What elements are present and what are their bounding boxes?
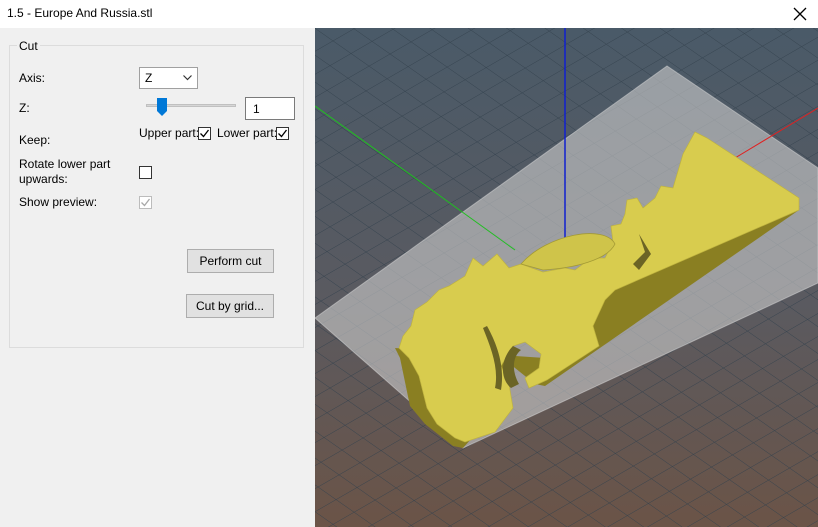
- 3d-viewport[interactable]: [315, 28, 818, 527]
- show-preview-label: Show preview:: [19, 195, 98, 209]
- lower-part-checkbox[interactable]: [276, 127, 289, 140]
- lower-part-label: Lower part:: [217, 126, 278, 140]
- z-slider-thumb[interactable]: [157, 98, 168, 116]
- checkmark-icon: [200, 129, 210, 138]
- z-value-text: 1: [253, 102, 260, 116]
- z-value-input[interactable]: 1: [245, 97, 295, 120]
- axis-select[interactable]: Z: [139, 67, 198, 89]
- perform-cut-label: Perform cut: [199, 254, 262, 268]
- keep-label: Keep:: [19, 133, 51, 147]
- checkmark-icon: [141, 198, 151, 207]
- upper-part-checkbox[interactable]: [198, 127, 211, 140]
- cut-by-grid-label: Cut by grid...: [195, 299, 265, 313]
- close-icon: [793, 7, 807, 21]
- rotate-label-line1: Rotate lower part: [19, 157, 111, 171]
- axis-select-value: Z: [145, 71, 153, 85]
- rotate-lower-part-checkbox[interactable]: [139, 166, 152, 179]
- cut-settings-panel: Cut Axis: Z Z: 1 Keep: Upper part: Lower…: [0, 28, 315, 527]
- z-label: Z:: [19, 101, 30, 115]
- axis-label: Axis:: [19, 71, 46, 85]
- close-button[interactable]: [782, 0, 818, 28]
- perform-cut-button[interactable]: Perform cut: [187, 249, 274, 273]
- show-preview-checkbox[interactable]: [139, 196, 152, 209]
- cut-by-grid-button[interactable]: Cut by grid...: [186, 294, 274, 318]
- cut-group-label: Cut: [17, 39, 40, 53]
- chevron-down-icon: [183, 75, 192, 81]
- checkmark-icon: [278, 129, 288, 138]
- rotate-label-line2: upwards:: [19, 172, 68, 186]
- window-title: 1.5 - Europe And Russia.stl: [7, 6, 153, 20]
- upper-part-label: Upper part:: [139, 126, 200, 140]
- title-bar: 1.5 - Europe And Russia.stl: [0, 0, 818, 28]
